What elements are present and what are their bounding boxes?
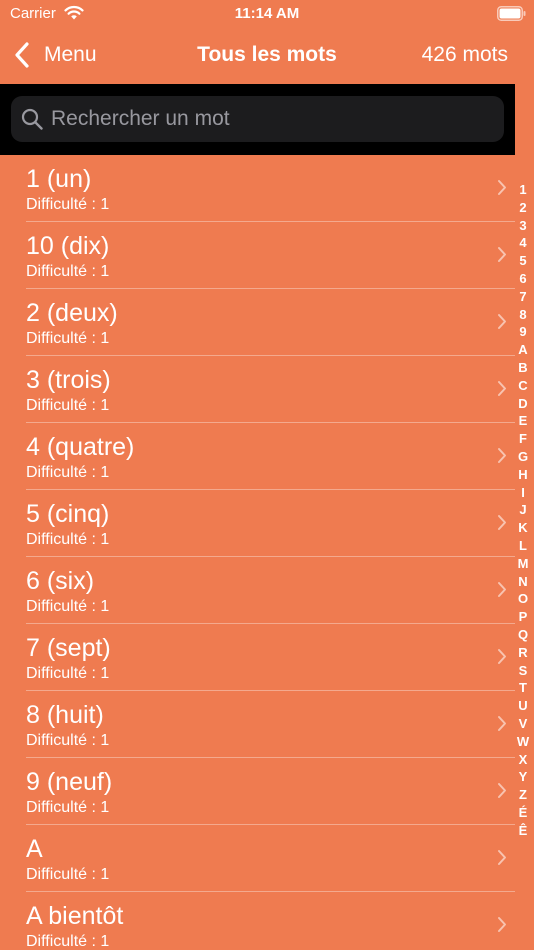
- section-index-letter[interactable]: J: [515, 501, 531, 519]
- word-difficulty: Difficulté : 1: [26, 531, 110, 548]
- word-title: 4 (quatre): [26, 433, 135, 461]
- section-index-letter[interactable]: A: [515, 341, 531, 359]
- section-index-letter[interactable]: E: [515, 412, 531, 430]
- section-index-letter[interactable]: G: [515, 448, 531, 466]
- search-placeholder: Rechercher un mot: [51, 107, 230, 130]
- section-index-letter[interactable]: P: [515, 608, 531, 626]
- section-index-letter[interactable]: S: [515, 662, 531, 680]
- word-count: 426 mots: [421, 43, 508, 66]
- word-difficulty: Difficulté : 1: [26, 330, 110, 347]
- chevron-right-icon: [498, 314, 506, 329]
- word-difficulty: Difficulté : 1: [26, 732, 110, 749]
- section-index-letter[interactable]: U: [515, 697, 531, 715]
- word-row[interactable]: 3 (trois) Difficulté : 1: [0, 356, 515, 423]
- word-row[interactable]: 6 (six) Difficulté : 1: [0, 557, 515, 624]
- word-title: 10 (dix): [26, 232, 110, 260]
- search-area: Rechercher un mot: [0, 84, 515, 155]
- word-difficulty: Difficulté : 1: [26, 665, 110, 682]
- word-row[interactable]: A bientôt Difficulté : 1: [0, 892, 515, 950]
- word-difficulty: Difficulté : 1: [26, 397, 110, 414]
- word-title: 3 (trois): [26, 366, 111, 394]
- section-index-letter[interactable]: M: [515, 555, 531, 573]
- word-difficulty: Difficulté : 1: [26, 799, 110, 816]
- section-index-letter[interactable]: Y: [515, 768, 531, 786]
- section-index-letter[interactable]: D: [515, 395, 531, 413]
- word-row[interactable]: 8 (huit) Difficulté : 1: [0, 691, 515, 758]
- section-index-letter[interactable]: 5: [515, 252, 531, 270]
- word-difficulty: Difficulté : 1: [26, 933, 110, 950]
- section-index-letter[interactable]: 7: [515, 288, 531, 306]
- section-index-letter[interactable]: 4: [515, 234, 531, 252]
- word-title: 1 (un): [26, 165, 92, 193]
- word-row[interactable]: 5 (cinq) Difficulté : 1: [0, 490, 515, 557]
- section-index-letter[interactable]: V: [515, 715, 531, 733]
- status-bar: Carrier 11:14 AM: [0, 0, 534, 28]
- chevron-right-icon: [498, 381, 506, 396]
- word-list: 1 (un) Difficulté : 1 10 (dix) Difficulté :…: [0, 155, 515, 950]
- section-index-letter[interactable]: 2: [515, 199, 531, 217]
- chevron-right-icon: [498, 716, 506, 731]
- section-index-letter[interactable]: K: [515, 519, 531, 537]
- section-index-letter[interactable]: É: [515, 804, 531, 822]
- section-index-letter[interactable]: B: [515, 359, 531, 377]
- screen: Carrier 11:14 AM Menu Tous les mots 426 …: [0, 0, 534, 950]
- word-row[interactable]: 9 (neuf) Difficulté : 1: [0, 758, 515, 825]
- word-difficulty: Difficulté : 1: [26, 464, 110, 481]
- word-row[interactable]: 1 (un) Difficulté : 1: [0, 155, 515, 222]
- section-index-letter[interactable]: T: [515, 679, 531, 697]
- section-index-letter[interactable]: L: [515, 537, 531, 555]
- word-title: 7 (sept): [26, 634, 111, 662]
- chevron-right-icon: [498, 448, 506, 463]
- section-index-letter[interactable]: H: [515, 466, 531, 484]
- section-index-letter[interactable]: 9: [515, 323, 531, 341]
- section-index[interactable]: 123456789ABCDEFGHIJKLMNOPQRSTUVWXYZÉÊ: [515, 181, 531, 839]
- section-index-letter[interactable]: W: [515, 733, 531, 751]
- word-row[interactable]: A Difficulté : 1: [0, 825, 515, 892]
- status-time: 11:14 AM: [234, 5, 300, 22]
- word-title: 8 (huit): [26, 701, 104, 729]
- battery-icon: [497, 6, 526, 21]
- chevron-right-icon: [498, 582, 506, 597]
- section-index-letter[interactable]: N: [515, 573, 531, 591]
- chevron-right-icon: [498, 649, 506, 664]
- section-index-letter[interactable]: C: [515, 377, 531, 395]
- word-row[interactable]: 10 (dix) Difficulté : 1: [0, 222, 515, 289]
- word-difficulty: Difficulté : 1: [26, 263, 110, 280]
- chevron-right-icon: [498, 850, 506, 865]
- navigation-bar: Menu Tous les mots 426 mots: [0, 28, 534, 84]
- section-index-letter[interactable]: R: [515, 644, 531, 662]
- section-index-letter[interactable]: 8: [515, 306, 531, 324]
- word-row[interactable]: 2 (deux) Difficulté : 1: [0, 289, 515, 356]
- word-title: 5 (cinq): [26, 500, 110, 528]
- section-index-letter[interactable]: I: [515, 484, 531, 502]
- word-row[interactable]: 4 (quatre) Difficulté : 1: [0, 423, 515, 490]
- section-index-letter[interactable]: X: [515, 751, 531, 769]
- chevron-right-icon: [498, 917, 506, 932]
- word-difficulty: Difficulté : 1: [26, 196, 110, 213]
- word-title: 9 (neuf): [26, 768, 113, 796]
- word-title: A bientôt: [26, 902, 124, 930]
- word-row[interactable]: 7 (sept) Difficulté : 1: [0, 624, 515, 691]
- chevron-right-icon: [498, 180, 506, 195]
- search-icon: [21, 108, 43, 130]
- word-difficulty: Difficulté : 1: [26, 598, 110, 615]
- search-input[interactable]: Rechercher un mot: [11, 96, 504, 142]
- section-index-letter[interactable]: O: [515, 590, 531, 608]
- word-title: A: [26, 835, 43, 863]
- chevron-right-icon: [498, 783, 506, 798]
- section-index-letter[interactable]: 1: [515, 181, 531, 199]
- section-index-letter[interactable]: 3: [515, 217, 531, 235]
- section-index-letter[interactable]: Ê: [515, 822, 531, 840]
- word-title: 6 (six): [26, 567, 95, 595]
- word-difficulty: Difficulté : 1: [26, 866, 110, 883]
- chevron-right-icon: [498, 247, 506, 262]
- section-index-letter[interactable]: Z: [515, 786, 531, 804]
- chevron-right-icon: [498, 515, 506, 530]
- section-index-letter[interactable]: Q: [515, 626, 531, 644]
- word-title: 2 (deux): [26, 299, 118, 327]
- section-index-letter[interactable]: 6: [515, 270, 531, 288]
- section-index-letter[interactable]: F: [515, 430, 531, 448]
